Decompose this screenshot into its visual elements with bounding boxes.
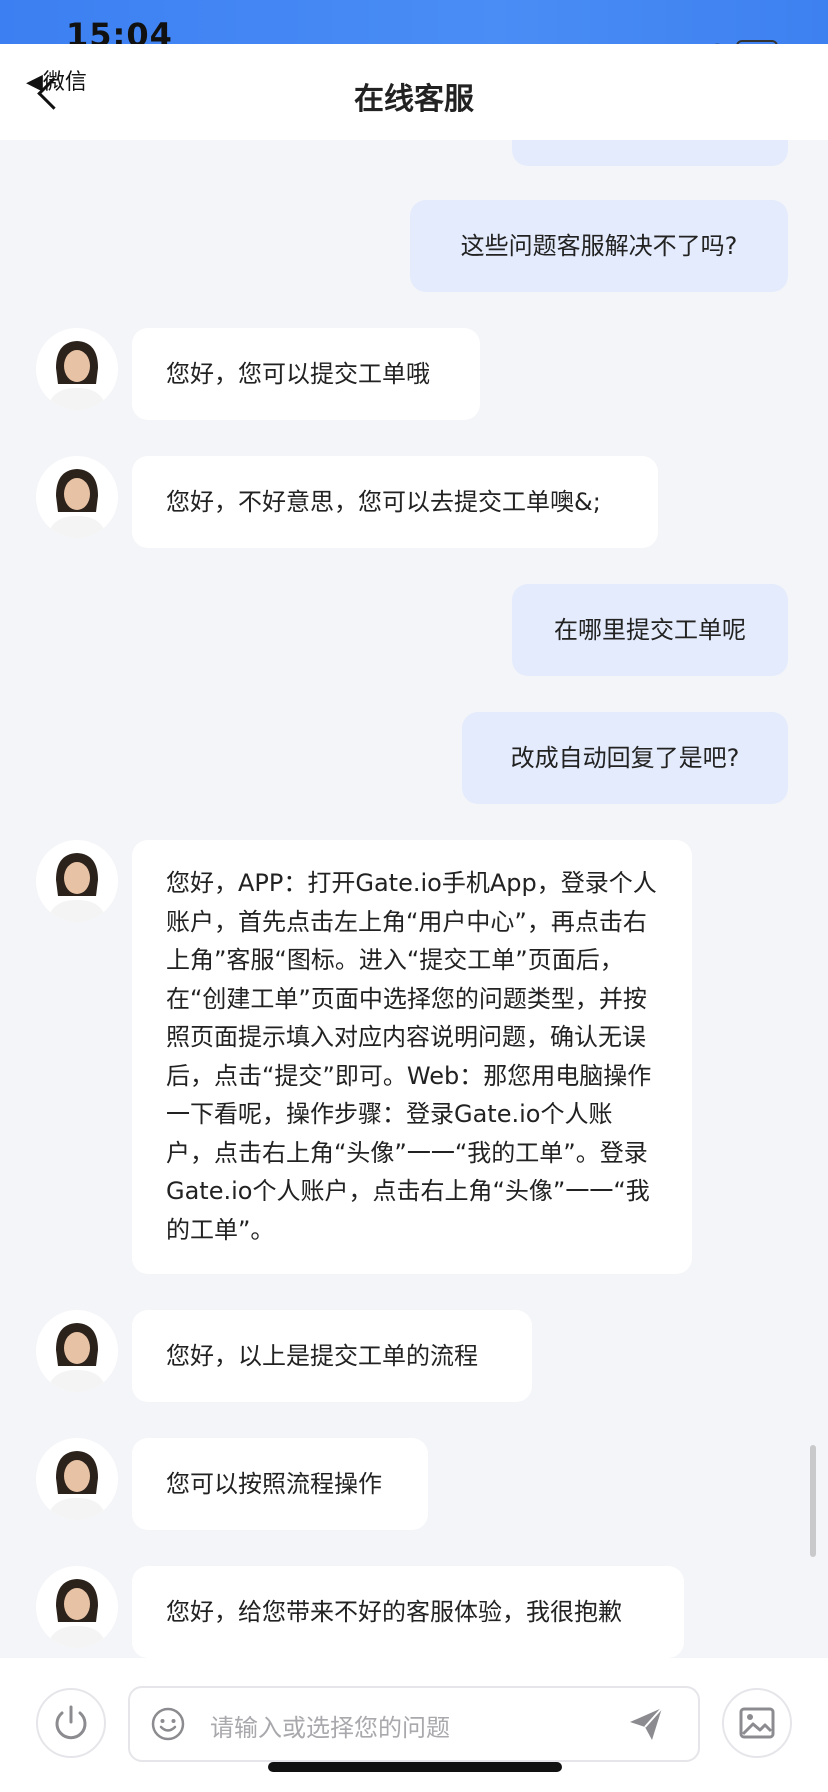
status-bar: 15:04 bbox=[0, 0, 828, 54]
agent-message: 您好，您可以提交工单哦 bbox=[132, 328, 480, 420]
message-text: 您好，APP：打开Gate.io手机App，登录个人账户，首先点击左上角“用户中… bbox=[166, 869, 657, 1244]
agent-avatar bbox=[36, 1566, 118, 1648]
user-message: 改成自动回复了是吧? bbox=[462, 712, 788, 804]
emoji-icon[interactable] bbox=[150, 1706, 186, 1742]
chat-area[interactable]: 这些问题客服解决不了吗? 您好，您可以提交工单哦 您好，不好意思，您可以去提交工… bbox=[0, 140, 828, 1658]
chat-scrollbar[interactable] bbox=[810, 1445, 816, 1557]
user-message: 这些问题客服解决不了吗? bbox=[410, 200, 788, 292]
image-button[interactable] bbox=[722, 1688, 792, 1758]
agent-avatar bbox=[36, 328, 118, 410]
agent-avatar bbox=[36, 840, 118, 922]
send-icon[interactable] bbox=[626, 1704, 666, 1744]
message-bubble-partial bbox=[512, 140, 788, 166]
question-input[interactable]: 请输入或选择您的问题 bbox=[128, 1686, 700, 1762]
agent-message: 您好，APP：打开Gate.io手机App，登录个人账户，首先点击左上角“用户中… bbox=[132, 840, 692, 1274]
agent-avatar bbox=[36, 1438, 118, 1520]
power-icon bbox=[55, 1705, 87, 1740]
agent-message: 您好，以上是提交工单的流程 bbox=[132, 1310, 532, 1402]
agent-avatar bbox=[36, 456, 118, 538]
agent-message: 您可以按照流程操作 bbox=[132, 1438, 428, 1530]
page-title: 在线客服 bbox=[354, 82, 474, 117]
message-text: 您好，您可以提交工单哦 bbox=[166, 360, 430, 388]
agent-message: 您好，给您带来不好的客服体验，我很抱歉 bbox=[132, 1566, 684, 1658]
agent-avatar bbox=[36, 1310, 118, 1392]
user-message: 在哪里提交工单呢 bbox=[512, 584, 788, 676]
message-text: 您好，不好意思，您可以去提交工单噢&; bbox=[166, 488, 601, 516]
message-text: 您好，给您带来不好的客服体验，我很抱歉 bbox=[166, 1598, 622, 1626]
agent-message: 您好，不好意思，您可以去提交工单噢&; bbox=[132, 456, 658, 548]
message-text: 这些问题客服解决不了吗? bbox=[460, 232, 738, 260]
power-button[interactable] bbox=[36, 1688, 106, 1758]
home-indicator[interactable] bbox=[268, 1762, 562, 1772]
input-placeholder: 请输入或选择您的问题 bbox=[210, 1714, 450, 1742]
message-text: 改成自动回复了是吧? bbox=[510, 744, 740, 772]
message-text: 在哪里提交工单呢 bbox=[554, 616, 746, 644]
message-text: 您好，以上是提交工单的流程 bbox=[166, 1342, 478, 1370]
nav-header: ◀微信 在线客服 bbox=[0, 44, 828, 140]
image-icon bbox=[739, 1707, 775, 1739]
message-text: 您可以按照流程操作 bbox=[166, 1470, 382, 1498]
